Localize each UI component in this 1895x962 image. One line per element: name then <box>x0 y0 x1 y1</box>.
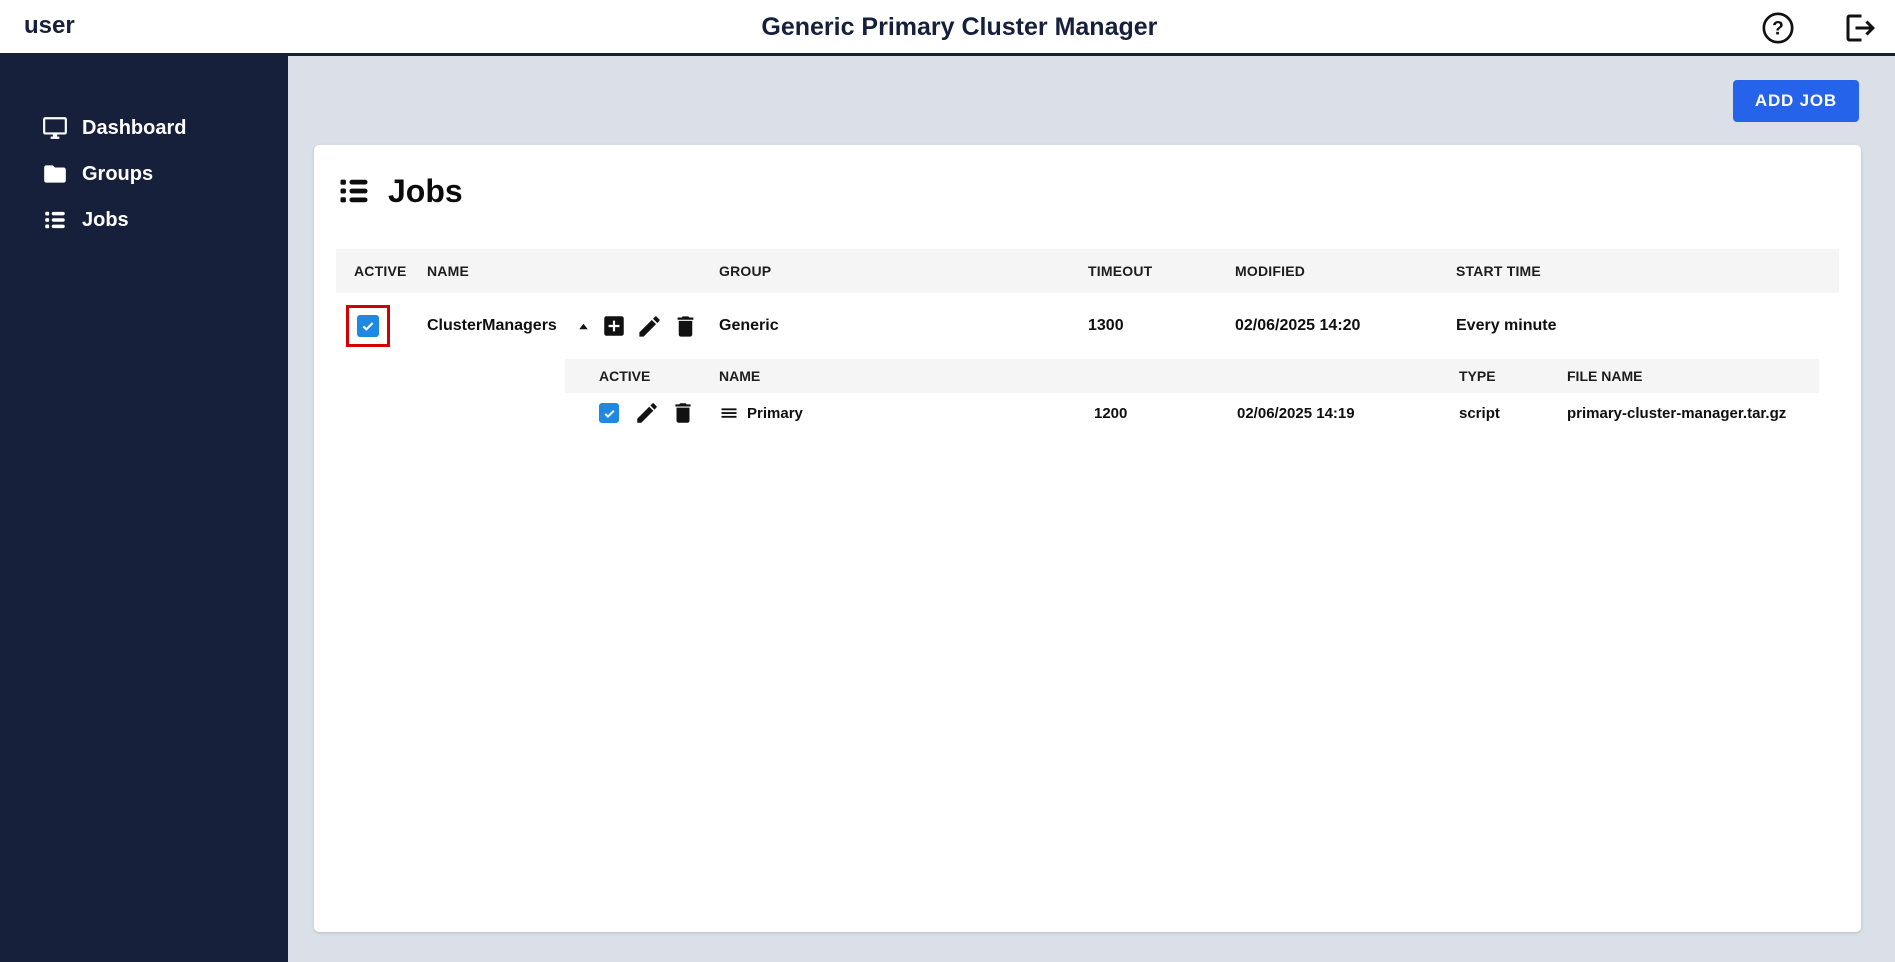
subcol-header-active: ACTIVE <box>599 368 651 384</box>
sidebar-item-dashboard[interactable]: Dashboard <box>0 105 288 151</box>
drag-handle-icon[interactable] <box>719 403 739 423</box>
subcol-header-name: NAME <box>719 368 761 384</box>
add-job-button[interactable]: ADD JOB <box>1732 80 1859 122</box>
sidebar-item-groups[interactable]: Groups <box>0 151 288 197</box>
logout-button[interactable] <box>1842 10 1878 46</box>
col-header-group: GROUP <box>719 263 772 279</box>
subcol-header-type: TYPE <box>1459 368 1496 384</box>
sidebar-item-jobs[interactable]: Jobs <box>0 197 288 243</box>
job-subtable: ACTIVE NAME TYPE FILE NAME Primary 1200 … <box>565 359 1819 433</box>
subtable-header: ACTIVE NAME TYPE FILE NAME <box>565 359 1819 393</box>
sidebar-item-label: Groups <box>82 162 154 185</box>
col-header-modified: MODIFIED <box>1235 263 1306 279</box>
subjob-timeout: 1200 <box>1094 404 1128 422</box>
delete-icon[interactable] <box>672 313 699 340</box>
folder-icon <box>42 161 68 187</box>
subjob-row-actions <box>630 400 710 426</box>
job-start-time: Every minute <box>1456 317 1557 334</box>
col-header-active: ACTIVE <box>354 263 407 279</box>
table-row-subjob: Primary 1200 02/06/2025 14:19 script pri… <box>565 393 1819 433</box>
job-modified: 02/06/2025 14:20 <box>1235 317 1361 334</box>
current-user-label: user <box>24 12 75 39</box>
table-row-job: ClusterManagers Generic 1300 02/06/2025 … <box>336 293 1839 359</box>
sidebar-item-label: Jobs <box>82 208 129 231</box>
jobs-card-heading: Jobs <box>336 171 1839 211</box>
top-bar: user Generic Primary Cluster Manager ? <box>0 0 1895 56</box>
subjob-modified: 02/06/2025 14:19 <box>1237 404 1355 422</box>
job-timeout: 1300 <box>1088 317 1124 334</box>
job-active-checkbox[interactable] <box>357 315 379 337</box>
help-button[interactable]: ? <box>1760 10 1796 46</box>
jobs-table: ACTIVE NAME GROUP TIMEOUT MODIFIED START… <box>336 249 1839 433</box>
col-header-timeout: TIMEOUT <box>1088 263 1153 279</box>
sidebar-item-label: Dashboard <box>82 116 187 139</box>
subcol-header-file-name: FILE NAME <box>1567 368 1643 384</box>
list-icon <box>336 173 372 209</box>
sidebar: Dashboard Groups Jobs <box>0 56 288 962</box>
jobs-card: Jobs ACTIVE NAME GROUP TIMEOUT MODIFIED … <box>314 145 1861 932</box>
list-icon <box>42 207 68 233</box>
job-group: Generic <box>719 317 779 334</box>
svg-text:?: ? <box>1772 19 1784 40</box>
subjob-name: Primary <box>747 404 803 422</box>
subjob-file-name: primary-cluster-manager.tar.gz <box>1567 404 1787 422</box>
edit-icon[interactable] <box>634 400 660 426</box>
page-title: Jobs <box>388 172 463 209</box>
collapse-icon[interactable] <box>575 318 592 335</box>
monitor-icon <box>42 115 68 141</box>
logout-icon <box>1842 10 1878 46</box>
highlight-box <box>346 305 390 347</box>
job-name: ClusterManagers <box>427 317 557 334</box>
add-box-icon[interactable] <box>601 313 627 339</box>
jobs-table-header: ACTIVE NAME GROUP TIMEOUT MODIFIED START… <box>336 249 1839 293</box>
subjob-active-checkbox[interactable] <box>599 403 619 423</box>
app-title: Generic Primary Cluster Manager <box>761 13 1158 41</box>
help-icon: ? <box>1761 11 1795 45</box>
job-row-actions <box>575 313 699 340</box>
edit-icon[interactable] <box>636 313 663 340</box>
subjob-type: script <box>1459 404 1500 422</box>
col-header-start-time: START TIME <box>1456 263 1541 279</box>
delete-icon[interactable] <box>670 400 696 426</box>
col-header-name: NAME <box>427 263 470 279</box>
